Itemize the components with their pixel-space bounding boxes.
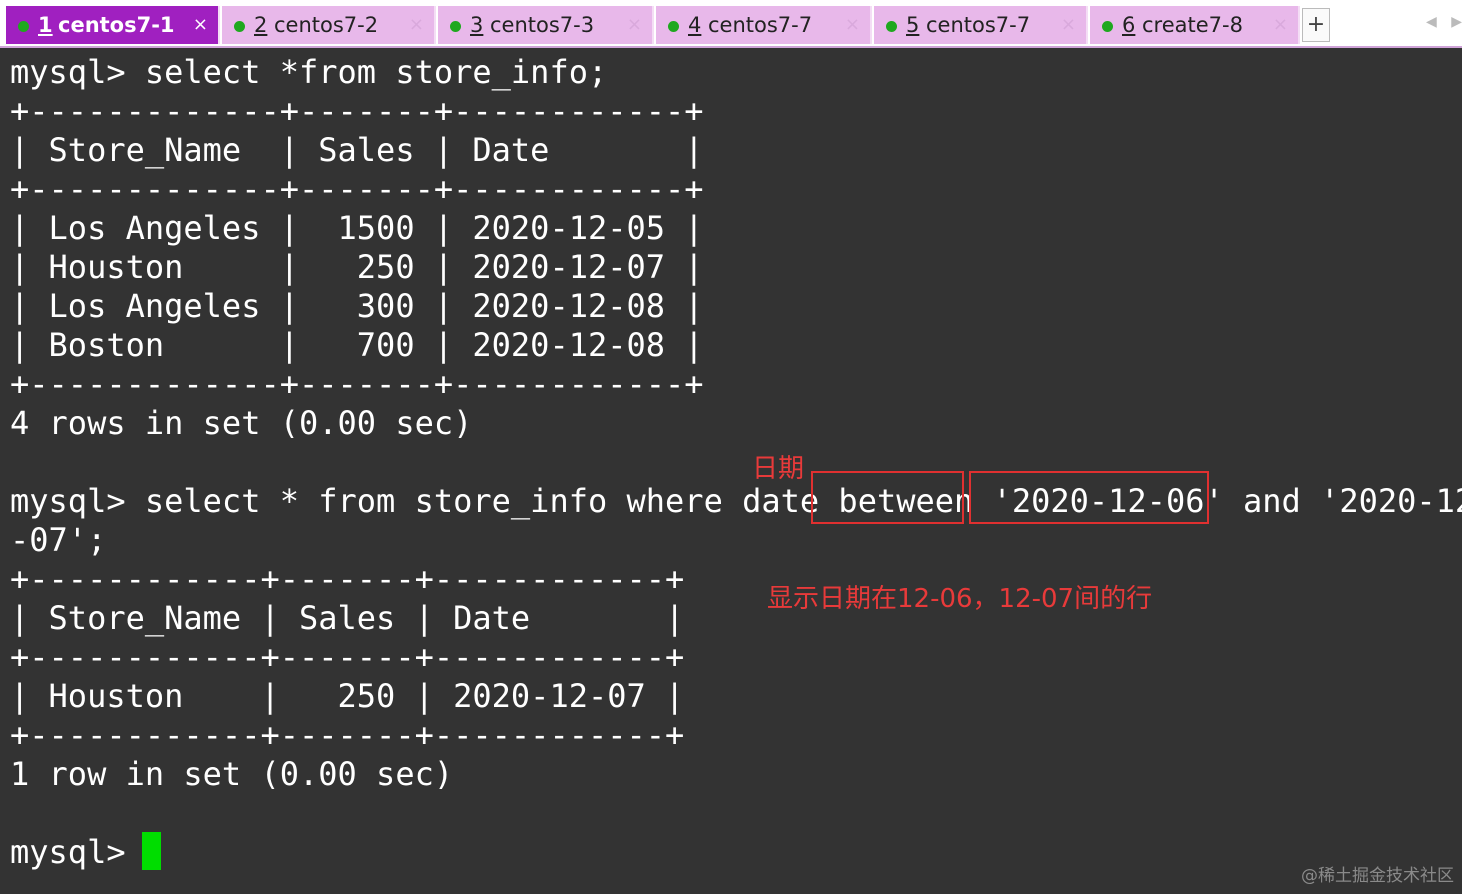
close-icon[interactable]: × [193,6,208,44]
tab-bar: 1 centos7-1 × 2 centos7-2 × 3 centos7-3 … [0,0,1462,48]
highlight-date-box [969,471,1209,524]
terminal-line: | Store_Name | Sales | Date | [10,599,685,637]
terminal-line: +-------------+-------+------------+ [10,170,704,208]
terminal-output[interactable]: mysql> select *from store_info; +-------… [0,48,1462,894]
tab-session-5[interactable]: 5 centos7-7 × [874,6,1088,44]
terminal-line: 4 rows in set (0.00 sec) [10,404,473,442]
scroll-left-icon[interactable]: ◀ [1426,14,1437,30]
tab-number: 2 [254,13,268,37]
terminal-line: mysql> select *from store_info; [10,53,608,91]
terminal-line: +------------+-------+------------+ [10,560,685,598]
tab-number: 5 [906,13,920,37]
terminal-line: | Houston | 250 | 2020-12-07 | [10,677,685,715]
terminal-line: | Boston | 700 | 2020-12-08 | [10,326,704,364]
close-icon[interactable]: × [627,6,642,44]
close-icon[interactable]: × [409,6,424,44]
terminal-line: | Los Angeles | 300 | 2020-12-08 | [10,287,704,325]
connected-status-icon [18,21,29,32]
tab-scroll-controls: ◀ ▶ [1416,14,1462,30]
tab-label: centos7-3 [490,13,595,37]
new-tab-button[interactable]: + [1302,8,1330,42]
close-icon[interactable]: × [845,6,860,44]
tab-label: centos7-1 [58,13,175,37]
close-icon[interactable]: × [1061,6,1076,44]
terminal-cursor [142,832,161,870]
connected-status-icon [1102,21,1113,32]
tab-number: 4 [688,13,702,37]
tab-session-2[interactable]: 2 centos7-2 × [222,6,436,44]
annotation-date-label: 日期 [752,454,805,484]
tab-label: centos7-7 [926,13,1031,37]
terminal-line: -07'; [10,521,107,559]
terminal-prompt: mysql> [10,833,145,871]
terminal-line: | Los Angeles | 1500 | 2020-12-05 | [10,209,704,247]
scroll-right-icon[interactable]: ▶ [1451,14,1462,30]
tab-session-6[interactable]: 6 create7-8 × [1090,6,1300,44]
close-icon[interactable]: × [1273,6,1288,44]
terminal-line: +------------+-------+------------+ [10,638,685,676]
terminal-line: +-------------+-------+------------+ [10,365,704,403]
tab-session-4[interactable]: 4 centos7-7 × [656,6,872,44]
connected-status-icon [886,21,897,32]
connected-status-icon [668,21,679,32]
tab-label: centos7-2 [274,13,379,37]
terminal-line: 1 row in set (0.00 sec) [10,755,454,793]
connected-status-icon [450,21,461,32]
connected-status-icon [234,21,245,32]
terminal-line: +------------+-------+------------+ [10,716,685,754]
terminal-line: | Store_Name | Sales | Date | [10,131,704,169]
terminal-line: | Houston | 250 | 2020-12-07 | [10,248,704,286]
watermark: @稀土掘金技术社区 [1301,866,1454,886]
terminal-line: mysql> select * from store_info where da… [10,482,1462,520]
tab-number: 6 [1122,13,1136,37]
tab-number: 1 [38,13,53,37]
tab-number: 3 [470,13,484,37]
tab-label: centos7-7 [708,13,813,37]
highlight-between-box [811,471,964,524]
annotation-result-label: 显示日期在12-06，12-07间的行 [767,584,1153,614]
tab-label: create7-8 [1142,13,1243,37]
tab-session-3[interactable]: 3 centos7-3 × [438,6,654,44]
terminal-line: +-------------+-------+------------+ [10,92,704,130]
tab-session-1[interactable]: 1 centos7-1 × [6,6,220,44]
